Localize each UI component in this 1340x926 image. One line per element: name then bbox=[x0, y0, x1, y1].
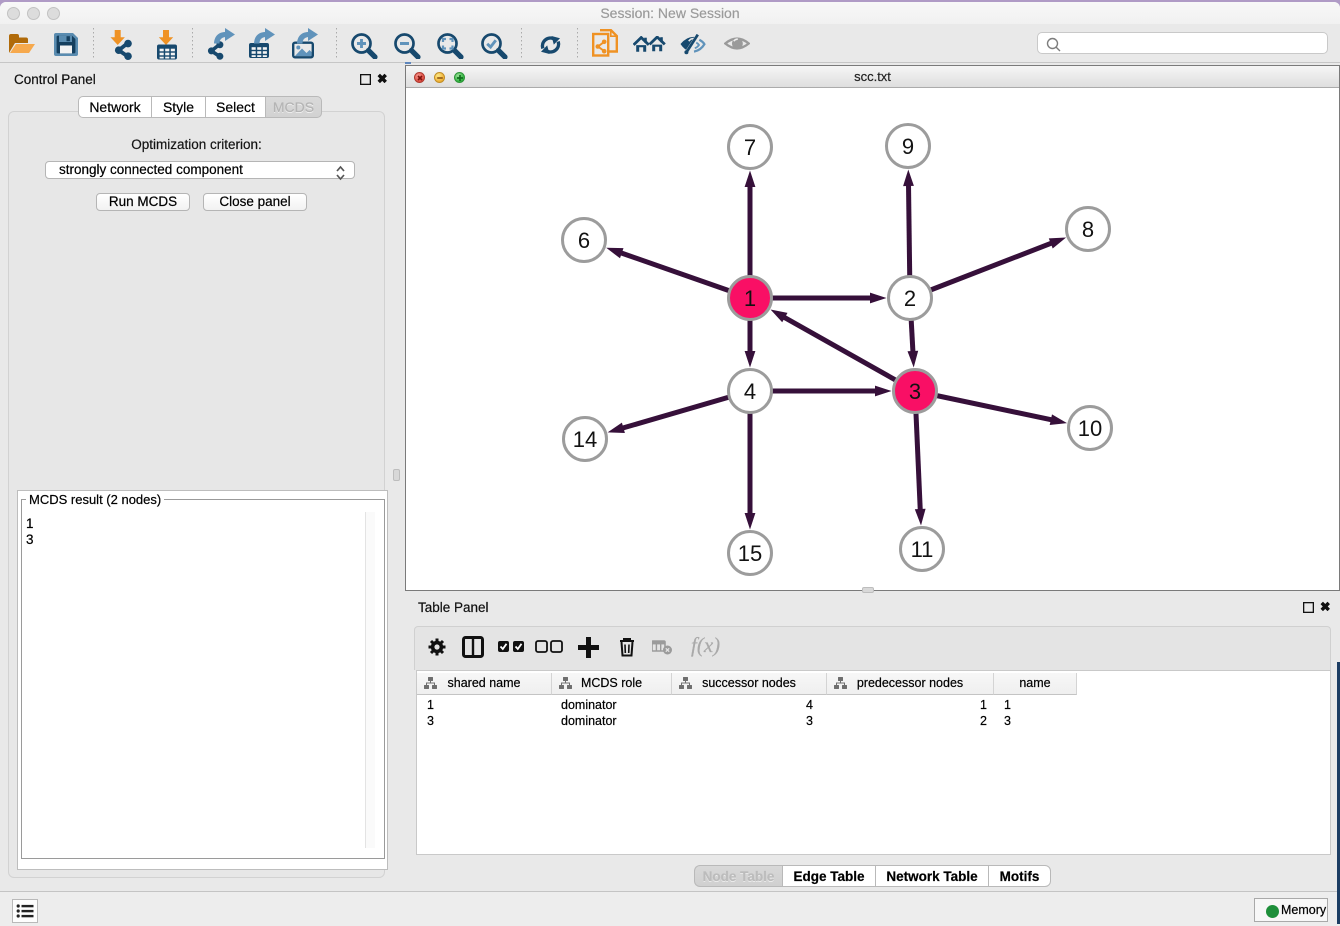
svg-text:2: 2 bbox=[904, 286, 916, 311]
svg-text:7: 7 bbox=[744, 135, 756, 160]
svg-text:8: 8 bbox=[1082, 217, 1094, 242]
svg-text:6: 6 bbox=[578, 228, 590, 253]
svg-text:11: 11 bbox=[911, 537, 934, 562]
svg-text:3: 3 bbox=[909, 379, 921, 404]
svg-text:14: 14 bbox=[573, 427, 597, 452]
svg-text:1: 1 bbox=[744, 286, 756, 311]
svg-text:4: 4 bbox=[744, 379, 756, 404]
svg-text:10: 10 bbox=[1078, 416, 1102, 441]
svg-text:15: 15 bbox=[738, 541, 762, 566]
svg-text:9: 9 bbox=[902, 134, 914, 159]
